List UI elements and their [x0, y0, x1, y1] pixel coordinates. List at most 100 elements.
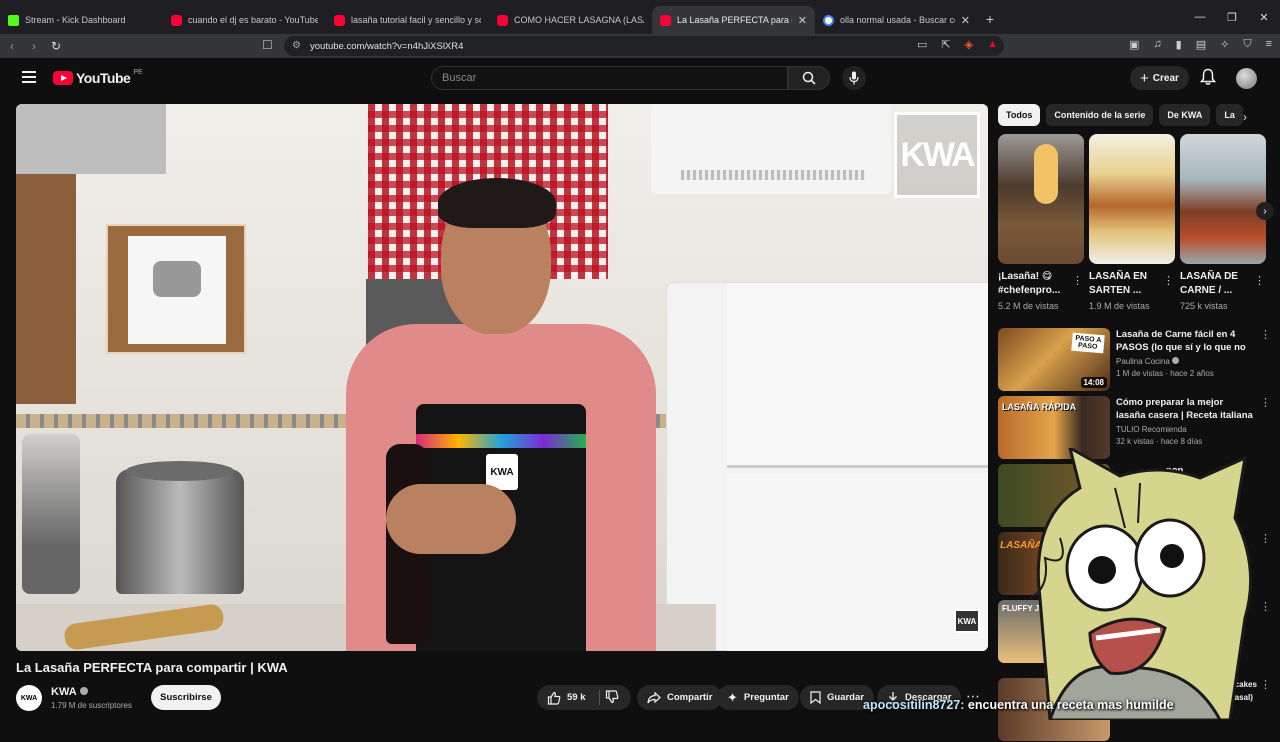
wallet-icon[interactable]: ▤: [1196, 38, 1206, 51]
short-title: LASAÑA DE CARNE / ...: [1180, 271, 1238, 296]
tab-dj-barato[interactable]: cuando el dj es barato - YouTube: [163, 6, 326, 34]
verified-icon: [1171, 357, 1179, 364]
youtube-icon: [334, 14, 345, 26]
leo-icon[interactable]: ✧: [1220, 38, 1229, 51]
tab-olla-normal[interactable]: olla normal usada - Buscar con G ✕: [815, 6, 978, 34]
video-player[interactable]: KWA KWA KWA: [16, 104, 988, 651]
channel-name-text: KWA: [51, 686, 77, 698]
streamer-avatar-overlay: [1010, 448, 1260, 720]
video-menu-icon[interactable]: ⋮: [1260, 532, 1271, 545]
site-settings-icon[interactable]: ⚙: [292, 40, 304, 52]
video-scene-chef: KWA: [346, 178, 656, 651]
close-tab-icon[interactable]: ✕: [961, 14, 970, 27]
filter-chips: Todos Contenido de la serie De KWA La: [998, 104, 1268, 126]
vpn-icon[interactable]: ⛉: [1243, 38, 1251, 51]
sidebar-toggle-icon[interactable]: ▮: [1176, 38, 1182, 51]
create-label: Crear: [1152, 72, 1179, 84]
chip-more[interactable]: La: [1216, 104, 1243, 126]
search-button[interactable]: [788, 66, 830, 90]
short-menu-icon[interactable]: ⋮: [1163, 274, 1174, 287]
close-tab-icon[interactable]: ✕: [798, 14, 807, 27]
media-icon[interactable]: ♫: [1153, 38, 1161, 51]
extension-icon[interactable]: ▣: [1129, 38, 1139, 51]
chip-todos[interactable]: Todos: [998, 104, 1041, 126]
short-views: 1.9 M de vistas: [1089, 301, 1150, 311]
forward-icon[interactable]: ›: [24, 39, 44, 53]
recommended-video[interactable]: PASO A PASO 14:08 Lasaña de Carne fácil …: [998, 328, 1271, 392]
voice-search-button[interactable]: [842, 66, 866, 90]
share-label: Compartir: [667, 692, 713, 703]
short-item[interactable]: LASAÑA DE CARNE / ... 725 k vistas ⋮: [1180, 134, 1266, 311]
brave-rewards-icon[interactable]: ▲: [987, 38, 998, 51]
save-label: Guardar: [827, 692, 864, 703]
like-button[interactable]: 59 k: [547, 685, 586, 710]
hamburger-menu-icon[interactable]: [22, 71, 36, 83]
bookmark-icon[interactable]: ☐: [262, 38, 273, 52]
video-menu-icon[interactable]: ⋮: [1260, 600, 1271, 613]
extensions-area: ▣ ♫ ▮ ▤ ✧ ⛉ ≡: [1129, 38, 1272, 51]
ask-button[interactable]: ✦ Preguntar: [717, 685, 799, 710]
video-scene-blender: [22, 434, 80, 594]
video-menu-icon[interactable]: ⋮: [1260, 328, 1271, 341]
menu-icon[interactable]: ≡: [1266, 38, 1272, 51]
search-icon: [802, 71, 816, 85]
share-page-icon[interactable]: ⇱: [941, 38, 950, 51]
share-button[interactable]: Compartir: [637, 685, 723, 710]
sparkle-icon: ✦: [727, 689, 738, 705]
chip-de-kwa[interactable]: De KWA: [1159, 104, 1211, 126]
youtube-icon: [171, 14, 182, 26]
chip-contenido-serie[interactable]: Contenido de la serie: [1046, 104, 1154, 126]
youtube-logo[interactable]: YouTube PE: [53, 68, 143, 86]
close-window-icon[interactable]: ✕: [1248, 11, 1280, 24]
brave-shield-icon[interactable]: ◈: [965, 38, 973, 51]
short-views: 725 k vistas: [1180, 301, 1228, 311]
minimize-icon[interactable]: —: [1184, 11, 1216, 23]
short-menu-icon[interactable]: ⋮: [1072, 274, 1083, 287]
tab-title: La Lasaña PERFECTA para compar: [677, 15, 792, 25]
video-menu-icon[interactable]: ⋮: [1260, 396, 1271, 409]
video-thumbnail: PASO A PASO 14:08: [998, 328, 1110, 391]
short-item[interactable]: LASAÑA EN SARTEN ... 1.9 M de vistas ⋮: [1089, 134, 1175, 311]
video-scene-play-button-award: [106, 224, 246, 354]
plus-icon: +: [1140, 69, 1149, 87]
chips-next-icon[interactable]: ›: [1243, 110, 1247, 124]
cast-icon[interactable]: ▭: [917, 38, 927, 51]
tab-title: olla normal usada - Buscar con G: [840, 15, 955, 25]
channel-name[interactable]: TULIO Recomienda: [1116, 425, 1187, 434]
short-menu-icon[interactable]: ⋮: [1254, 274, 1265, 287]
video-duration: 14:08: [1080, 377, 1107, 388]
tab-como-hacer-lasagna[interactable]: COMO HACER LASAGNA (LASAÑA) M: [489, 6, 652, 34]
short-item[interactable]: ¡Lasaña! 😋 #chefenpro... 5.2 M de vistas…: [998, 134, 1084, 311]
shorts-next-icon[interactable]: ›: [1256, 202, 1274, 220]
short-title: LASAÑA EN SARTEN ...: [1089, 271, 1147, 296]
channel-avatar[interactable]: KWA: [16, 685, 42, 711]
share-icon: [647, 691, 661, 703]
notifications-button[interactable]: [1200, 68, 1218, 88]
browser-toolbar: ‹ › ↻ ☐ ⚙ youtube.com/watch?v=n4hJiXSlXR…: [0, 34, 1280, 58]
short-views: 5.2 M de vistas: [998, 301, 1059, 311]
dislike-button[interactable]: [605, 689, 619, 705]
region-code: PE: [133, 68, 143, 76]
address-bar[interactable]: ⚙ youtube.com/watch?v=n4hJiXSlXR4 ▭ ⇱ ◈ …: [284, 36, 1004, 56]
youtube-icon: [497, 14, 508, 26]
reload-icon[interactable]: ↻: [46, 39, 66, 53]
search-input[interactable]: Buscar: [431, 66, 788, 90]
back-icon[interactable]: ‹: [2, 39, 22, 53]
subscribe-button[interactable]: Suscribirse: [151, 685, 221, 710]
video-scene-air-conditioner: [651, 104, 891, 194]
short-title: ¡Lasaña! 😋 #chefenpro...: [998, 271, 1061, 296]
user-avatar[interactable]: [1236, 68, 1257, 89]
new-tab-icon[interactable]: +: [978, 11, 1002, 27]
tab-lasana-perfecta[interactable]: La Lasaña PERFECTA para compar ✕: [652, 6, 815, 34]
channel-name[interactable]: Paulina Cocina: [1116, 357, 1179, 366]
like-divider: [599, 690, 600, 705]
create-button[interactable]: + Crear: [1130, 66, 1189, 90]
video-menu-icon[interactable]: ⋮: [1260, 678, 1271, 691]
branding-watermark[interactable]: KWA: [954, 609, 980, 633]
tab-kick-dashboard[interactable]: Stream - Kick Dashboard: [0, 6, 163, 34]
stream-chat-message: apocositilin8727: encuentra una receta m…: [863, 698, 1174, 712]
maximize-icon[interactable]: ❐: [1216, 11, 1248, 24]
tab-lasana-tutorial[interactable]: lasaña tutorial facil y sencillo y sobre…: [326, 6, 489, 34]
thumbs-down-icon: [605, 690, 619, 704]
channel-name[interactable]: KWA: [51, 686, 88, 698]
